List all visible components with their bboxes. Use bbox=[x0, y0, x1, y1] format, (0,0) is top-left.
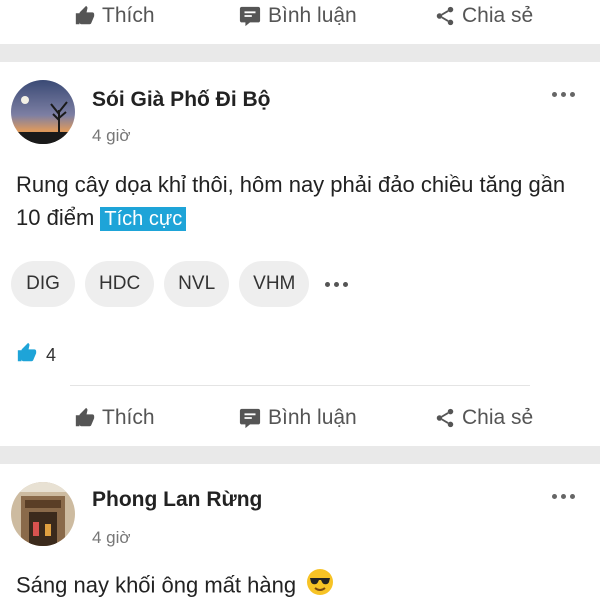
like-label: Thích bbox=[102, 4, 155, 27]
more-options-icon[interactable] bbox=[552, 494, 575, 499]
post-card: Sói Già Phố Đi Bộ 4 giờ Rung cây dọa khỉ… bbox=[0, 62, 600, 452]
share-button[interactable]: Chia sẻ bbox=[434, 406, 533, 430]
like-button[interactable]: Thích bbox=[74, 4, 155, 28]
ticker-chip[interactable]: DIG bbox=[11, 261, 75, 307]
post-text: Rung cây dọa khỉ thôi, hôm nay phải đảo … bbox=[16, 172, 566, 230]
post-content: Sáng nay khối ông mất hàng bbox=[16, 568, 576, 600]
post-author[interactable]: Phong Lan Rừng bbox=[92, 488, 262, 512]
ticker-chip[interactable]: HDC bbox=[85, 261, 155, 307]
comment-button[interactable]: Bình luận bbox=[238, 4, 357, 28]
comment-button[interactable]: Bình luận bbox=[238, 406, 357, 430]
share-label: Chia sẻ bbox=[462, 4, 534, 27]
ticker-list: DIG HDC NVL VHM bbox=[11, 261, 349, 307]
ticker-chip[interactable]: VHM bbox=[239, 261, 310, 307]
share-icon bbox=[434, 5, 456, 27]
avatar[interactable] bbox=[11, 482, 75, 546]
post-content: Rung cây dọa khỉ thôi, hôm nay phải đảo … bbox=[16, 168, 576, 236]
more-options-icon[interactable] bbox=[552, 92, 575, 97]
thumbs-up-icon bbox=[16, 342, 38, 369]
feed-divider bbox=[0, 44, 600, 62]
comment-icon bbox=[238, 407, 262, 429]
sentiment-badge: Tích cực bbox=[100, 207, 187, 231]
ticker-chip[interactable]: NVL bbox=[164, 261, 230, 307]
thumbs-up-icon bbox=[74, 407, 96, 429]
thumbs-up-icon bbox=[74, 5, 96, 27]
post-time: 4 giờ bbox=[92, 528, 131, 547]
comment-label: Bình luận bbox=[268, 406, 357, 429]
like-button[interactable]: Thích bbox=[74, 406, 155, 430]
post-author[interactable]: Sói Già Phố Đi Bộ bbox=[92, 88, 271, 112]
share-icon bbox=[434, 407, 456, 429]
separator bbox=[70, 385, 530, 386]
comment-label: Bình luận bbox=[268, 4, 357, 27]
feed-divider bbox=[0, 446, 600, 464]
avatar[interactable] bbox=[11, 80, 75, 144]
action-bar: Thích Bình luận Chia sẻ bbox=[0, 398, 600, 438]
like-summary[interactable]: 4 bbox=[16, 342, 56, 369]
share-label: Chia sẻ bbox=[462, 406, 534, 429]
post-text: Sáng nay khối ông mất hàng bbox=[16, 572, 297, 598]
action-bar-top: Thích Bình luận Chia sẻ bbox=[0, 0, 600, 36]
like-count: 4 bbox=[46, 345, 57, 365]
sunglasses-emoji-icon bbox=[306, 568, 334, 600]
post-card: Phong Lan Rừng 4 giờ Sáng nay khối ông m… bbox=[0, 464, 600, 600]
like-label: Thích bbox=[102, 406, 155, 429]
post-time: 4 giờ bbox=[92, 126, 131, 145]
comment-icon bbox=[238, 5, 262, 27]
share-button[interactable]: Chia sẻ bbox=[434, 4, 533, 28]
more-tickers-icon[interactable] bbox=[325, 281, 349, 287]
